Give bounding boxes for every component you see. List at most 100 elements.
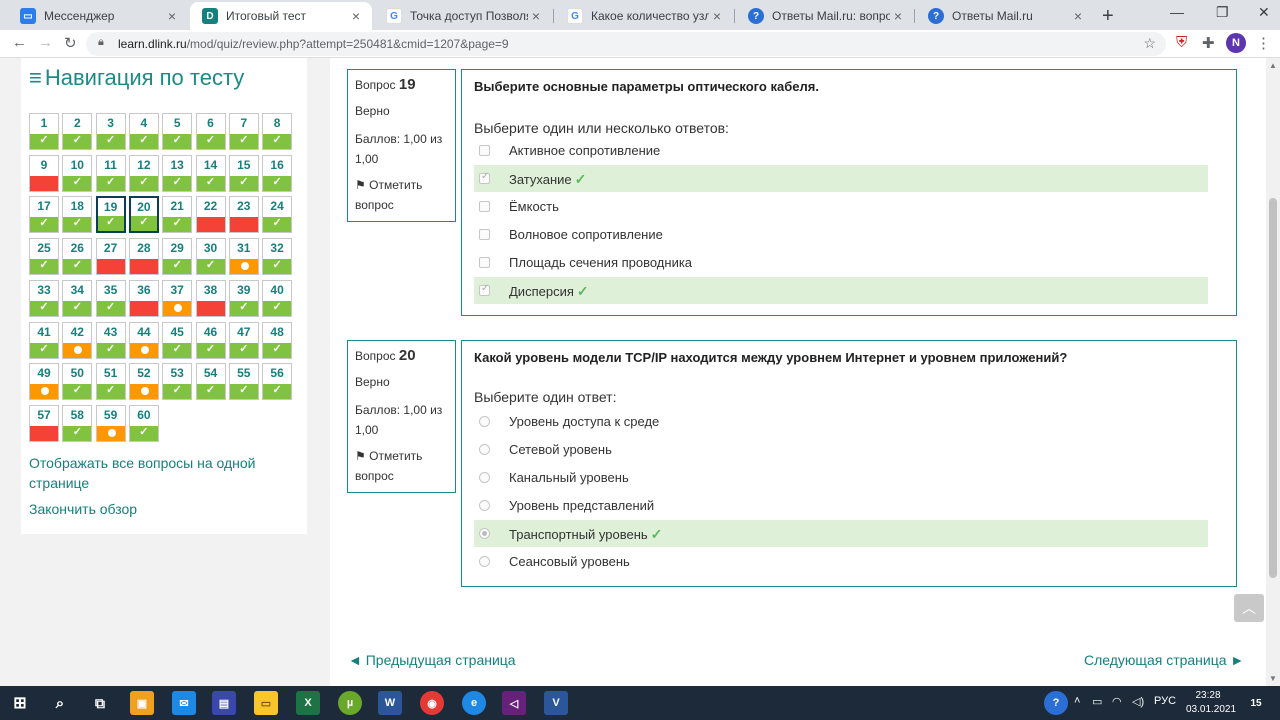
question-nav-button-55[interactable]: 55 ✓ — [228, 363, 259, 401]
question-nav-button-10[interactable]: 10 ✓ — [62, 154, 93, 192]
close-icon[interactable]: × — [348, 8, 364, 24]
question-nav-button-38[interactable]: 38 — [195, 279, 226, 317]
question-nav-button-39[interactable]: 39 ✓ — [228, 279, 259, 317]
tab-node-count[interactable]: G Какое количество узлов до × — [555, 2, 733, 30]
bookmark-star-icon[interactable]: ☆ — [1143, 35, 1156, 52]
question-nav-button-34[interactable]: 34 ✓ — [62, 279, 93, 317]
close-icon[interactable]: × — [528, 8, 544, 24]
question-nav-button-1[interactable]: 1 ✓ — [29, 113, 59, 150]
question-nav-button-16[interactable]: 16 ✓ — [262, 154, 293, 192]
answer-option[interactable]: Ёмкость — [474, 193, 1208, 220]
task-view-icon[interactable]: ⧉ — [88, 691, 112, 715]
question-nav-button-49[interactable]: 49 — [29, 363, 59, 401]
chrome-icon[interactable]: ◉ — [420, 691, 444, 715]
answer-checkbox[interactable] — [479, 171, 490, 184]
question-nav-button-53[interactable]: 53 ✓ — [162, 363, 193, 401]
edge-icon[interactable]: e — [462, 691, 486, 715]
question-nav-button-11[interactable]: 11 ✓ — [95, 154, 126, 192]
scroll-to-top-button[interactable]: ︿ — [1234, 594, 1264, 622]
question-nav-button-20[interactable]: 20 ✓ — [128, 196, 159, 234]
store-icon[interactable]: ▣ — [130, 691, 154, 715]
torrent-icon[interactable]: µ — [338, 691, 362, 715]
browser-menu-icon[interactable]: ⋮ — [1256, 34, 1271, 52]
question-nav-button-21[interactable]: 21 ✓ — [162, 196, 193, 234]
question-nav-button-27[interactable]: 27 — [95, 238, 126, 276]
hamburger-icon[interactable]: ≡ — [29, 65, 42, 90]
scroll-down-icon[interactable]: ▼ — [1269, 674, 1277, 683]
close-icon[interactable]: × — [890, 8, 906, 24]
question-nav-button-44[interactable]: 44 — [128, 321, 159, 359]
close-icon[interactable]: × — [1070, 8, 1086, 24]
save-disk-icon[interactable]: ▤ — [212, 691, 236, 715]
question-nav-button-4[interactable]: 4 ✓ — [128, 113, 159, 150]
close-icon[interactable]: × — [709, 8, 725, 24]
tab-messenger[interactable]: ▭ Мессенджер × — [8, 2, 188, 30]
answer-option[interactable]: Площадь сечения проводника — [474, 249, 1208, 276]
question-nav-button-57[interactable]: 57 — [29, 404, 59, 442]
profile-avatar[interactable]: N — [1226, 33, 1246, 53]
question-nav-button-40[interactable]: 40 ✓ — [262, 279, 293, 317]
answer-checkbox[interactable] — [479, 229, 490, 240]
tab-final-test[interactable]: D Итоговый тест × — [190, 2, 372, 30]
flag-question-link[interactable]: ⚑ Отметить вопрос — [355, 175, 448, 215]
new-tab-icon[interactable]: + — [1102, 5, 1114, 28]
visio-icon[interactable]: V — [544, 691, 568, 715]
minimize-icon[interactable]: — — [1170, 4, 1184, 20]
flag-question-link[interactable]: ⚑ Отметить вопрос — [355, 446, 448, 486]
restore-icon[interactable]: ❐ — [1216, 4, 1229, 21]
answer-option[interactable]: Активное сопротивление — [474, 137, 1208, 164]
file-explorer-icon[interactable]: ▭ — [254, 691, 278, 715]
question-nav-button-54[interactable]: 54 ✓ — [195, 363, 226, 401]
answer-radio[interactable] — [479, 556, 490, 567]
excel-icon[interactable]: X — [296, 691, 320, 715]
tab-mailru-question[interactable]: ? Ответы Mail.ru: вопрос × — [736, 2, 914, 30]
tab-access-point[interactable]: G Точка доступ Позволяет об × — [374, 2, 552, 30]
answer-radio[interactable] — [479, 472, 490, 483]
clock[interactable]: 23:28 03.01.2021 — [1186, 689, 1236, 717]
show-all-questions-link[interactable]: Отображать все вопросы на одной странице — [29, 453, 269, 493]
question-nav-button-19[interactable]: 19 ✓ — [95, 196, 126, 234]
next-page-link[interactable]: Следующая страница ► — [1084, 652, 1244, 668]
finish-review-link[interactable]: Закончить обзор — [29, 499, 137, 519]
answer-radio[interactable] — [479, 500, 490, 511]
extensions-puzzle-icon[interactable]: ✚ — [1202, 34, 1215, 52]
scrollbar-thumb[interactable] — [1269, 198, 1277, 578]
volume-icon[interactable]: ◁) — [1132, 695, 1144, 708]
answer-option[interactable]: Волновое сопротивление — [474, 221, 1208, 248]
previous-page-link[interactable]: ◄ Предыдущая страница — [348, 652, 516, 668]
question-nav-button-29[interactable]: 29 ✓ — [162, 238, 193, 276]
mail-icon[interactable]: ✉ — [172, 691, 196, 715]
question-nav-button-33[interactable]: 33 ✓ — [29, 279, 59, 317]
question-nav-button-35[interactable]: 35 ✓ — [95, 279, 126, 317]
question-nav-button-50[interactable]: 50 ✓ — [62, 363, 93, 401]
visual-studio-icon[interactable]: ◁ — [502, 691, 526, 715]
answer-option[interactable]: Сеансовый уровень — [474, 548, 1208, 575]
language-indicator[interactable]: РУС — [1154, 695, 1176, 707]
answer-checkbox[interactable] — [479, 201, 490, 212]
question-nav-button-47[interactable]: 47 ✓ — [228, 321, 259, 359]
question-nav-button-43[interactable]: 43 ✓ — [95, 321, 126, 359]
question-nav-button-48[interactable]: 48 ✓ — [262, 321, 293, 359]
question-nav-button-60[interactable]: 60 ✓ — [128, 404, 159, 442]
answer-checkbox[interactable] — [479, 145, 490, 156]
question-nav-button-26[interactable]: 26 ✓ — [62, 238, 93, 276]
question-nav-button-7[interactable]: 7 ✓ — [228, 113, 259, 150]
question-nav-button-58[interactable]: 58 ✓ — [62, 404, 93, 442]
wifi-icon[interactable]: ◠ — [1112, 695, 1122, 708]
question-nav-button-59[interactable]: 59 — [95, 404, 126, 442]
answer-option[interactable]: Уровень доступа к среде — [474, 408, 1208, 435]
answer-option[interactable]: Затухание✓ — [474, 165, 1208, 192]
search-icon[interactable]: ⌕ — [48, 691, 72, 715]
scroll-up-icon[interactable]: ▲ — [1269, 61, 1277, 70]
question-nav-button-2[interactable]: 2 ✓ — [62, 113, 93, 150]
question-nav-button-56[interactable]: 56 ✓ — [262, 363, 293, 401]
question-nav-button-14[interactable]: 14 ✓ — [195, 154, 226, 192]
question-nav-button-45[interactable]: 45 ✓ — [162, 321, 193, 359]
question-nav-button-18[interactable]: 18 ✓ — [62, 196, 93, 234]
question-nav-button-22[interactable]: 22 — [195, 196, 226, 234]
page-scrollbar[interactable]: ▲ ▼ — [1266, 58, 1280, 686]
question-nav-button-36[interactable]: 36 — [128, 279, 159, 317]
question-nav-button-15[interactable]: 15 ✓ — [228, 154, 259, 192]
answer-option[interactable]: Канальный уровень — [474, 464, 1208, 491]
reload-icon[interactable]: ↻ — [64, 34, 77, 52]
